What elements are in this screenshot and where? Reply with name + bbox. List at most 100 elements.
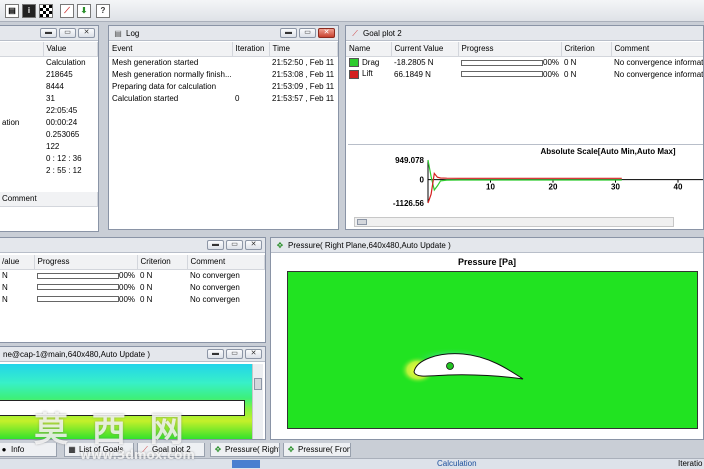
goal-name: Lift bbox=[362, 69, 373, 79]
summary-value-header: Value bbox=[43, 42, 98, 57]
goal-plot-table: Name Current Value Progress Criterion Co… bbox=[346, 42, 703, 80]
log-panel: ▤ Log ▬ ▭ ✕ Event Iteration Time Mesh gen… bbox=[108, 25, 339, 230]
progress-cell: 00% bbox=[458, 56, 561, 68]
goal-row[interactable]: Lift 66.1849 N 00% 0 N No convergence inform… bbox=[346, 68, 703, 80]
main-toolbar: ▤ i ⟋ ⬇ ? bbox=[0, 0, 704, 22]
goal-plot-title: Goal plot 2 bbox=[363, 29, 402, 38]
log-titlebar: ▤ Log ▬ ▭ ✕ bbox=[109, 26, 338, 41]
log-event: Calculation started bbox=[112, 93, 179, 103]
tab-pressure-front[interactable]: ✥Pressure( Front F bbox=[283, 443, 351, 457]
info-icon: ● bbox=[1, 445, 7, 454]
goals-row[interactable]: N 00% 0 N No convergen bbox=[0, 281, 265, 293]
probe-point[interactable] bbox=[446, 362, 454, 370]
minimize-button[interactable]: ▬ bbox=[280, 28, 297, 38]
goal-header-criterion[interactable]: Criterion bbox=[561, 42, 612, 57]
goals-header-criterion[interactable]: Criterion bbox=[137, 255, 188, 270]
chart-scrollbar[interactable] bbox=[354, 217, 674, 227]
status-progress-fill bbox=[232, 460, 260, 468]
goal-header-value[interactable]: Current Value bbox=[391, 42, 459, 57]
summary-table: Value Calculation 218645 8444 31 22:05:45 ati… bbox=[0, 42, 98, 176]
help-icon[interactable]: ? bbox=[96, 4, 110, 18]
summary-row: 31 bbox=[0, 92, 98, 104]
pressure-plot-title: Pressure [Pa] bbox=[457, 257, 517, 267]
cutplot-left-scrollbar[interactable] bbox=[252, 364, 263, 439]
summary-value: Calculation bbox=[46, 57, 86, 67]
x-tick-label: 40 bbox=[674, 183, 683, 192]
progress-cell: 00% bbox=[458, 68, 561, 80]
cutplot-left-title: ne@cap-1@main,640x480,Auto Update ) bbox=[3, 350, 150, 359]
pressure-plot-icon: ✥ bbox=[287, 445, 295, 454]
goals-table: /alue Progress Criterion Comment N 00% 0 N… bbox=[0, 255, 265, 305]
summary-row: 8444 bbox=[0, 80, 98, 92]
tab-goal-plot-2[interactable]: ⟋ Goal plot 2 bbox=[137, 443, 205, 457]
goal-header-progress[interactable]: Progress bbox=[458, 42, 562, 57]
minimize-button[interactable]: ▬ bbox=[207, 349, 224, 359]
progress-cell: 00% bbox=[34, 269, 137, 281]
status-iteration: Iteratio bbox=[678, 459, 703, 468]
progress-percent: 00% bbox=[543, 57, 560, 67]
summary-value: 218645 bbox=[46, 69, 73, 79]
series-line-1 bbox=[427, 171, 622, 204]
log-header-time[interactable]: Time bbox=[269, 42, 338, 57]
log-header-event[interactable]: Event bbox=[109, 42, 233, 57]
log-header-iteration[interactable]: Iteration bbox=[232, 42, 270, 57]
pressure-title: Pressure( Right Plane,640x480,Auto Updat… bbox=[288, 241, 451, 250]
pressure-titlebar: ✥ Pressure( Right Plane,640x480,Auto Upda… bbox=[271, 238, 703, 253]
info-icon[interactable]: i bbox=[22, 4, 36, 18]
summary-titlebar: ▬ ▭ ✕ bbox=[0, 26, 98, 41]
progress-bar bbox=[461, 71, 543, 78]
summary-panel: ▬ ▭ ✕ Value Calculation 218645 8444 31 22:05… bbox=[0, 25, 99, 232]
minimize-button[interactable]: ▬ bbox=[207, 240, 224, 250]
log-time: 21:53:08 , Feb 11 bbox=[272, 69, 335, 79]
log-time: 21:52:50 , Feb 11 bbox=[272, 57, 335, 67]
cutplot-left-panel: ne@cap-1@main,640x480,Auto Update ) ▬ ▭ … bbox=[0, 346, 266, 440]
summary-row: 0.253065 bbox=[0, 128, 98, 140]
goal-header-comment[interactable]: Comment bbox=[611, 42, 703, 57]
progress-percent: 00% bbox=[119, 270, 136, 280]
tab-pressure-right[interactable]: ✥Pressure( Right F bbox=[210, 443, 280, 457]
log-row[interactable]: Calculation started 0 21:53:57 , Feb 11 bbox=[109, 92, 338, 104]
chart-icon[interactable]: ⟋ bbox=[60, 4, 74, 18]
progress-bar bbox=[37, 296, 119, 303]
goals-comment: No convergen bbox=[190, 282, 240, 292]
export-icon[interactable]: ⬇ bbox=[77, 4, 91, 18]
goal-row[interactable]: Drag -18.2805 N 00% 0 N No convergence infor… bbox=[346, 56, 703, 68]
minimize-button[interactable]: ▬ bbox=[40, 28, 57, 38]
close-button[interactable]: ✕ bbox=[245, 240, 262, 250]
summary-label bbox=[0, 80, 43, 92]
y-tick-label: 949.078 bbox=[395, 156, 424, 165]
summary-comment-table: Comment bbox=[0, 192, 98, 207]
document-icon[interactable]: ▤ bbox=[5, 4, 19, 18]
close-button[interactable]: ✕ bbox=[318, 28, 335, 38]
scrollbar-thumb[interactable] bbox=[357, 219, 367, 225]
goals-header-value[interactable]: /alue bbox=[0, 255, 35, 270]
maximize-button[interactable]: ▭ bbox=[299, 28, 316, 38]
goals-criterion: 0 N bbox=[140, 270, 153, 280]
goals-header-progress[interactable]: Progress bbox=[34, 255, 138, 270]
log-row[interactable]: Preparing data for calculation 21:53:09 ,… bbox=[109, 80, 338, 92]
summary-label: ation bbox=[2, 117, 20, 127]
goals-header-comment[interactable]: Comment bbox=[187, 255, 265, 270]
goals-row[interactable]: N 00% 0 N No convergen bbox=[0, 269, 265, 281]
close-button[interactable]: ✕ bbox=[245, 349, 262, 359]
log-row[interactable]: Mesh generation started 21:52:50 , Feb 11 bbox=[109, 56, 338, 68]
progress-cell: 00% bbox=[34, 281, 137, 293]
summary-label bbox=[0, 68, 43, 80]
maximize-button[interactable]: ▭ bbox=[226, 240, 243, 250]
tab-list-of-goals[interactable]: ▦ List of Goals bbox=[64, 443, 134, 457]
y-tick-label: -1126.56 bbox=[393, 199, 425, 208]
log-event: Preparing data for calculation bbox=[112, 81, 217, 91]
summary-row: 0 : 12 : 36 bbox=[0, 152, 98, 164]
checkered-flag-icon[interactable] bbox=[39, 4, 53, 18]
close-button[interactable]: ✕ bbox=[78, 28, 95, 38]
goal-criterion: 0 N bbox=[564, 69, 577, 79]
summary-row: 22:05:45 bbox=[0, 104, 98, 116]
scrollbar-thumb[interactable] bbox=[254, 378, 262, 390]
maximize-button[interactable]: ▭ bbox=[59, 28, 76, 38]
goals-row[interactable]: N 00% 0 N No convergen bbox=[0, 293, 265, 305]
tab-info[interactable]: ● Info bbox=[0, 443, 57, 457]
maximize-button[interactable]: ▭ bbox=[226, 349, 243, 359]
log-row[interactable]: Mesh generation normally finish... 21:53:… bbox=[109, 68, 338, 80]
goal-header-name[interactable]: Name bbox=[346, 42, 392, 57]
x-tick-label: 10 bbox=[486, 183, 495, 192]
